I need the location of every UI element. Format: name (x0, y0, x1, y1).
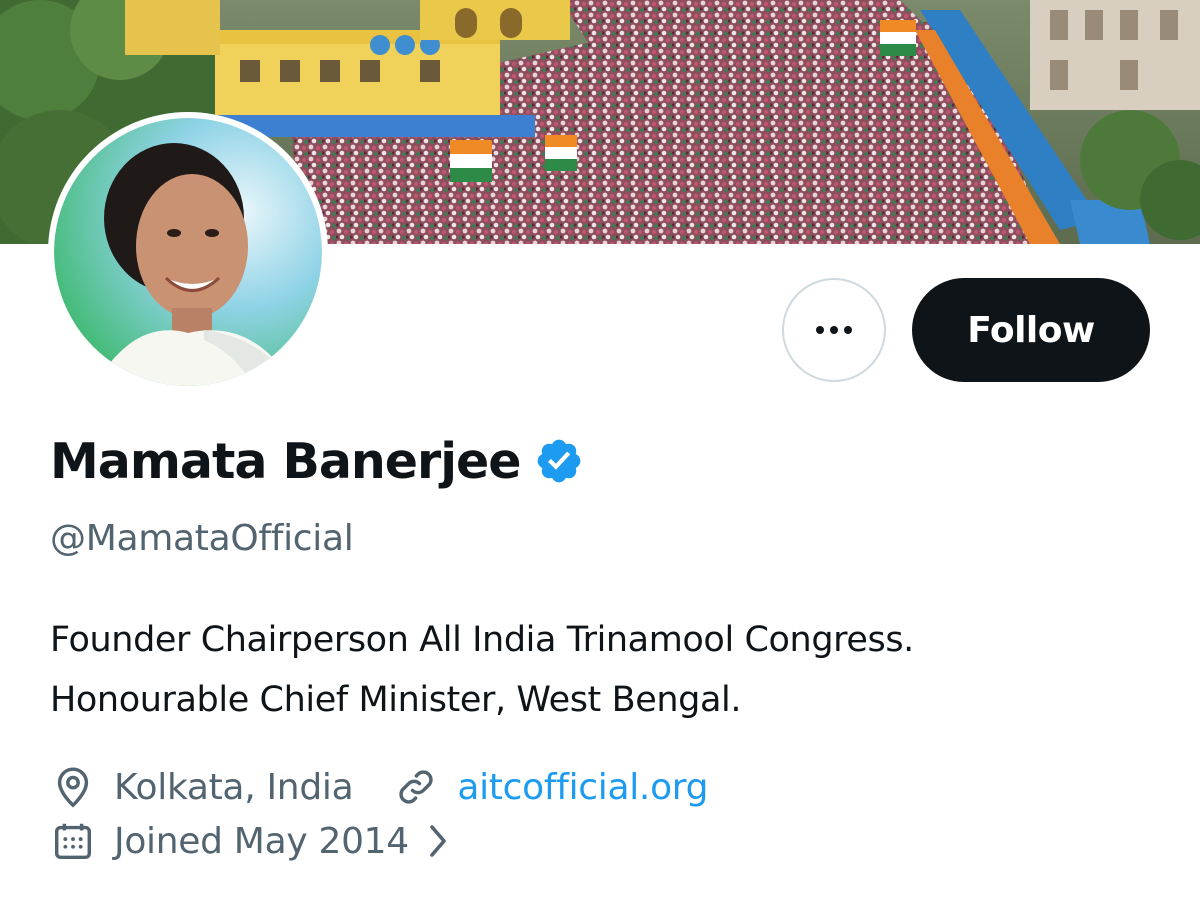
display-name: Mamata Banerjee (50, 432, 521, 490)
location-text: Kolkata, India (114, 766, 354, 808)
profile-meta-row: Kolkata, India aitcofficial.org (50, 764, 709, 810)
joined-date-link[interactable]: Joined May 2014 (114, 821, 453, 862)
profile-avatar[interactable] (48, 112, 328, 392)
more-horizontal-icon (816, 326, 852, 334)
location-pin-icon (57, 767, 89, 808)
profile-page: Follow Mamata Banerjee @MamataOfficial F… (0, 0, 1200, 900)
calendar-icon (54, 823, 92, 860)
profile-bio: Founder Chairperson All India Trinamool … (50, 610, 1170, 730)
chevron-right-icon (430, 825, 446, 857)
bio-line: Founder Chairperson All India Trinamool … (50, 620, 914, 660)
joined-text: Joined May 2014 (114, 820, 409, 862)
website-item: aitcofficial.org (393, 764, 709, 810)
follow-button[interactable]: Follow (912, 278, 1150, 382)
profile-handle: @MamataOfficial (50, 518, 354, 559)
link-icon (399, 770, 433, 804)
profile-name-row: Mamata Banerjee (50, 436, 584, 486)
bio-line: Honourable Chief Minister, West Bengal. (50, 680, 742, 720)
profile-joined-row: Joined May 2014 (50, 818, 453, 864)
verified-badge-icon[interactable] (534, 436, 584, 486)
website-link[interactable]: aitcofficial.org (457, 767, 708, 808)
more-options-button[interactable] (782, 278, 886, 382)
joined-item: Joined May 2014 (50, 818, 453, 864)
location-item: Kolkata, India (50, 764, 354, 810)
